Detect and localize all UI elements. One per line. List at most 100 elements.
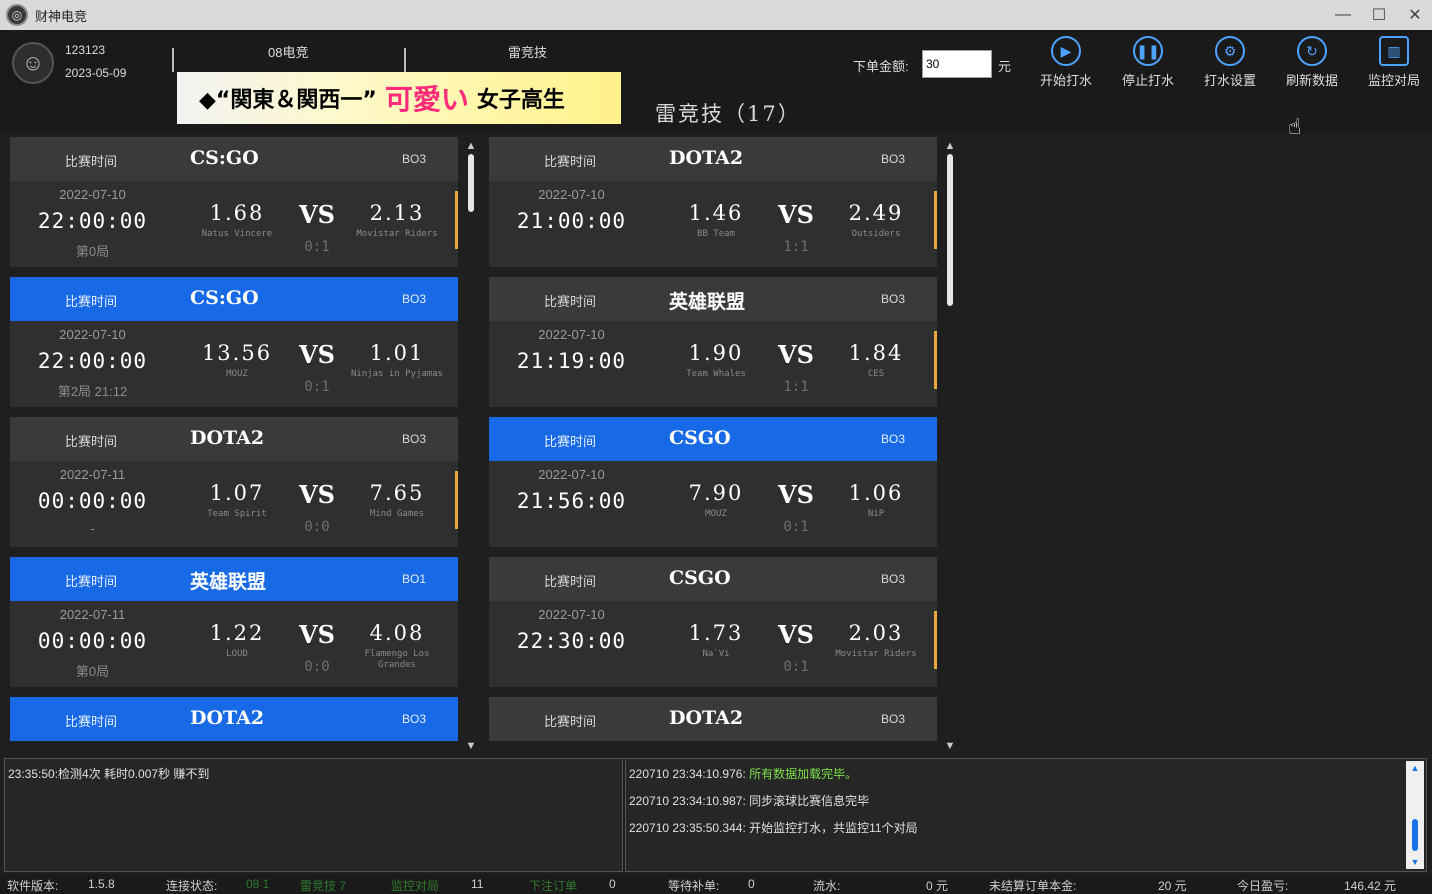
match-game: DOTA2	[190, 707, 265, 729]
match-card[interactable]: 比赛时间 CS:GO BO3 2022-07-10 22:00:00 第0局 1…	[10, 137, 458, 267]
team2-odds[interactable]: 1.01	[347, 341, 447, 365]
stop-button-label: 停止打水	[1121, 73, 1174, 88]
refresh-button-label: 刷新数据	[1285, 73, 1338, 88]
team2-odds[interactable]: 7.65	[347, 481, 447, 505]
match-game: CS:GO	[190, 147, 259, 169]
team2-odds[interactable]: 4.08	[347, 621, 447, 645]
match-status-marker	[934, 191, 937, 249]
monitor-label: 监控对局	[391, 879, 440, 893]
scroll-down-icon[interactable]: ▼	[465, 740, 477, 752]
match-card[interactable]: 比赛时间 英雄联盟 BO1 2022-07-11 00:00:00 第0局 1.…	[10, 557, 458, 687]
unsettled-label: 未结算订单本金:	[989, 879, 1077, 893]
match-stage: 第0局	[75, 664, 110, 679]
match-list-left: 比赛时间 CS:GO BO3 2022-07-10 22:00:00 第0局 1…	[10, 137, 458, 755]
log-message: 开始监控打水，共监控11个对局	[749, 821, 918, 835]
tab-leijingji[interactable]: 雷竞技	[508, 42, 547, 61]
team1-name: Na`Vi	[702, 649, 730, 659]
match-card[interactable]: 比赛时间 CS:GO BO3 2022-07-10 22:00:00 第2局 2…	[10, 277, 458, 407]
right-list-scrollbar[interactable]: ▲ ▼	[944, 140, 956, 752]
match-card-header: 比赛时间 DOTA2 BO3	[489, 697, 937, 741]
team1-name: MOUZ	[705, 509, 727, 519]
team1-odds[interactable]: 1.73	[666, 621, 766, 645]
order-amount-input[interactable]	[922, 50, 992, 78]
settings-button-label: 打水设置	[1203, 73, 1256, 88]
event-log: 220710 23:34:10.976: 所有数据加载完毕。 220710 23…	[625, 758, 1427, 872]
stop-button[interactable]: ❚❚ 停止打水	[1113, 36, 1183, 89]
log-line: 23:35:50:检测4次 耗时0.007秒 赚不到	[8, 767, 210, 781]
avatar[interactable]: ☺	[12, 42, 54, 84]
match-card[interactable]: 比赛时间 CSGO BO3 2022-07-10 21:56:00 7.90 M…	[489, 417, 937, 547]
left-list-scrollbar[interactable]: ▲ ▼	[465, 140, 477, 752]
match-time: 22:00:00	[37, 209, 148, 233]
match-stage: -	[90, 521, 95, 536]
match-time: 21:00:00	[516, 209, 627, 233]
match-card[interactable]: 比赛时间 DOTA2 BO3	[489, 697, 937, 741]
log-timestamp: 220710 23:35:50.344:	[629, 821, 746, 835]
minimize-icon[interactable]: —	[1334, 6, 1352, 24]
connection-label: 连接状态:	[166, 879, 218, 893]
vs-label: VS	[299, 200, 335, 229]
team1-odds[interactable]: 1.46	[666, 201, 766, 225]
match-status-marker	[455, 191, 458, 249]
scroll-down-icon[interactable]: ▼	[1406, 857, 1424, 867]
maximize-icon[interactable]: ☐	[1370, 5, 1388, 25]
profit-label: 今日盈亏:	[1237, 879, 1289, 893]
close-icon[interactable]: ✕	[1406, 5, 1424, 25]
section-title: 雷竞技（17）	[655, 102, 801, 126]
log-line: 220710 23:35:50.344: 开始监控打水，共监控11个对局	[629, 819, 1423, 846]
match-status-marker	[934, 611, 937, 669]
scroll-up-icon[interactable]: ▲	[1406, 763, 1424, 773]
team1-odds[interactable]: 1.90	[666, 341, 766, 365]
banner-text-pink: 可愛い	[384, 83, 469, 116]
vs-label: VS	[778, 620, 814, 649]
team2-name: Ninjas in Pyjamas	[350, 369, 444, 379]
match-time-label: 比赛时间	[65, 574, 118, 589]
team2-name: NiP	[867, 509, 885, 519]
team1-name: BB Team	[697, 229, 735, 239]
order-label: 下注订单	[529, 879, 578, 893]
order-amount-label: 下单金额:	[853, 59, 909, 74]
match-card[interactable]: 比赛时间 DOTA2 BO3	[10, 697, 458, 741]
match-card[interactable]: 比赛时间 CSGO BO3 2022-07-10 22:30:00 1.73 N…	[489, 557, 937, 687]
team1-odds[interactable]: 1.22	[187, 621, 287, 645]
start-button[interactable]: ▶ 开始打水	[1031, 36, 1101, 89]
scroll-up-icon[interactable]: ▲	[944, 140, 956, 152]
match-bo: BO3	[880, 572, 905, 586]
match-card[interactable]: 比赛时间 英雄联盟 BO3 2022-07-10 21:19:00 1.90 T…	[489, 277, 937, 407]
match-status-marker	[934, 331, 937, 389]
log-scrollbar[interactable]: ▲ ▼	[1406, 761, 1424, 869]
team2-odds[interactable]: 1.06	[826, 481, 926, 505]
wait-count: 0	[748, 877, 755, 891]
match-time: 21:19:00	[516, 349, 627, 373]
refresh-button[interactable]: ↻ 刷新数据	[1277, 36, 1347, 89]
match-time-label: 比赛时间	[544, 714, 597, 729]
team1-name: LOUD	[226, 649, 248, 659]
match-bo: BO3	[401, 292, 426, 306]
team1-odds[interactable]: 1.07	[187, 481, 287, 505]
team2-odds[interactable]: 2.03	[826, 621, 926, 645]
team2-odds[interactable]: 1.84	[826, 341, 926, 365]
match-card[interactable]: 比赛时间 DOTA2 BO3 2022-07-10 21:00:00 1.46 …	[489, 137, 937, 267]
match-card-header: 比赛时间 CSGO BO3	[489, 417, 937, 461]
team2-odds[interactable]: 2.49	[826, 201, 926, 225]
match-game: 英雄联盟	[669, 291, 746, 313]
match-score: 1:1	[783, 239, 809, 255]
match-time: 22:00:00	[37, 349, 148, 373]
log-timestamp: 220710 23:34:10.976:	[629, 767, 746, 781]
match-card[interactable]: 比赛时间 DOTA2 BO3 2022-07-11 00:00:00 - 1.0…	[10, 417, 458, 547]
scroll-thumb[interactable]	[468, 154, 474, 212]
match-game: DOTA2	[669, 147, 744, 169]
scroll-up-icon[interactable]: ▲	[465, 140, 477, 152]
settings-button[interactable]: ⚙ 打水设置	[1195, 36, 1265, 89]
scroll-down-icon[interactable]: ▼	[944, 740, 956, 752]
scroll-thumb[interactable]	[947, 154, 953, 306]
team1-odds[interactable]: 13.56	[187, 341, 287, 365]
match-time-label: 比赛时间	[65, 294, 118, 309]
match-game: CS:GO	[190, 287, 259, 309]
team1-odds[interactable]: 7.90	[666, 481, 766, 505]
team1-odds[interactable]: 1.68	[187, 201, 287, 225]
scroll-thumb[interactable]	[1412, 819, 1418, 851]
monitor-button[interactable]: ▥ 监控对局	[1359, 36, 1429, 89]
team2-odds[interactable]: 2.13	[347, 201, 447, 225]
tab-08esports[interactable]: 08电竞	[268, 42, 308, 61]
